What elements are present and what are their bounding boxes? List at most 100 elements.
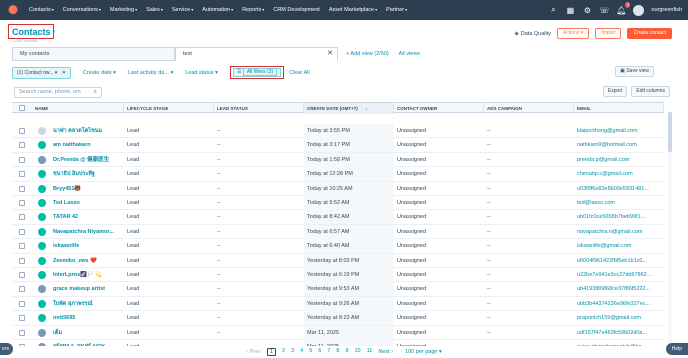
email-cell[interactable]: klaiporthong@gmail.com — [574, 124, 662, 138]
nav-reports[interactable]: Reports▾ — [242, 7, 264, 13]
edit-columns-button[interactable]: Edit columns — [631, 86, 670, 97]
nav-automation[interactable]: Automation▾ — [202, 7, 233, 13]
contact-name-link[interactable]: grace makeup artist — [50, 282, 116, 296]
email-cell[interactable]: nathkarn9@hotmail.com — [574, 138, 662, 152]
data-quality-link[interactable]: ◈ Data Quality — [514, 31, 551, 37]
nav-service[interactable]: Service▾ — [172, 7, 193, 13]
row-checkbox[interactable] — [19, 200, 25, 206]
page-number[interactable]: 8 — [336, 348, 339, 356]
page-number[interactable]: 9 — [345, 348, 348, 356]
page-number[interactable]: 6 — [318, 348, 321, 356]
row-checkbox[interactable] — [19, 315, 25, 322]
email-cell[interactable]: ub4193f86868ce37f86f5222... — [574, 282, 662, 296]
nav-conversations[interactable]: Conversations▾ — [63, 7, 101, 13]
contact-name-link[interactable]: InterLpros🌠🏳️ 💫 — [50, 268, 116, 282]
row-checkbox[interactable] — [19, 257, 25, 264]
email-cell[interactable]: ub01fc0ce5658b7beb99f1... — [574, 210, 662, 224]
email-cell[interactable]: u22be7e941e9cc27dd67862... — [574, 268, 662, 282]
hubspot-logo-icon[interactable]: ✺ — [6, 3, 20, 17]
contact-name-link[interactable]: am natthakarn — [50, 138, 116, 152]
nav-marketing[interactable]: Marketing▾ — [110, 7, 137, 13]
row-checkbox[interactable] — [19, 156, 25, 163]
email-cell[interactable]: chenatip.c@gmail.com — [574, 167, 662, 181]
email-cell[interactable]: u6004f961422fbf5eb1b1c0... — [574, 254, 662, 268]
row-checkbox[interactable] — [19, 185, 25, 192]
create-date-filter[interactable]: Create date ▾ — [83, 70, 116, 76]
search-icon[interactable]: ⌕ — [548, 5, 558, 15]
contact-name-link[interactable]: Bryy451🐻 — [50, 182, 116, 196]
row-checkbox[interactable] — [19, 329, 25, 336]
column-lifecycle-stage[interactable]: LIFECYCLE STAGE — [124, 103, 214, 114]
table-row[interactable]: ชนาธิป อิมประทีฐ Lead -- Today at 12:28 PM U… — [12, 167, 664, 182]
row-checkbox[interactable] — [19, 171, 25, 178]
page-number[interactable]: 11 — [367, 348, 373, 356]
left-tab-pill[interactable]: ers — [0, 343, 13, 355]
all-filters-button[interactable]: ☰ All filters (3) — [232, 68, 282, 77]
table-row[interactable]: Ted Lasso Lead -- Today at 9:52 AM Unassigne… — [12, 196, 664, 211]
actions-button[interactable]: Actions ▾ — [556, 28, 590, 39]
settings-gear-icon[interactable]: ⚙ — [582, 6, 592, 15]
vertical-scrollbar[interactable] — [668, 112, 672, 348]
last-activity-filter[interactable]: Last activity da... ▾ — [128, 70, 173, 76]
contact-owner-filter-chip[interactable]: (1) Contact ow... ▾ ✕ — [12, 66, 71, 79]
email-cell[interactable]: u53f9f6e83e8b09e5931481... — [574, 182, 662, 196]
email-cell[interactable]: iskwanlife@gmail.com — [574, 239, 662, 253]
contact-name-link[interactable]: Ted Lasso — [50, 196, 116, 210]
contact-name-link[interactable]: Dr.Preeda @ 健康医生 — [50, 153, 116, 167]
column-email[interactable]: EMAIL — [574, 103, 664, 114]
calling-icon[interactable]: ☏ — [599, 6, 609, 15]
table-row[interactable]: Navapatchra Niyamor... Lead -- Today at 6:5… — [12, 224, 664, 240]
column-name[interactable]: NAME — [32, 103, 124, 114]
marketplace-icon[interactable]: ▦ — [565, 6, 575, 15]
table-row[interactable]: Zeemiko_zws ❤️ Lead -- Yesterday at 8:03 PM… — [12, 253, 664, 268]
nav-partner[interactable]: Partner▾ — [386, 7, 407, 13]
email-cell[interactable]: praponich159@gmail.com — [574, 311, 662, 325]
export-button[interactable]: Export — [602, 86, 628, 97]
account-avatar[interactable] — [633, 4, 645, 16]
column-lead-status[interactable]: LEAD STATUS — [214, 103, 304, 114]
email-cell[interactable]: navapatchra.n@gmail.com — [574, 225, 662, 239]
search-input[interactable]: Search name, phone, em ⌕ — [14, 87, 102, 98]
add-view-button[interactable]: + Add view (2/50) — [346, 51, 389, 57]
page-number[interactable]: 4 — [300, 348, 303, 356]
column-contact-owner[interactable]: CONTACT OWNER — [394, 103, 484, 114]
row-checkbox[interactable] — [19, 214, 25, 221]
table-row[interactable]: iskwanlife Lead -- Today at 6:40 AM Unassign… — [12, 239, 664, 254]
row-checkbox[interactable] — [19, 272, 25, 278]
account-name[interactable]: ourgreenfish — [651, 7, 682, 13]
next-button[interactable]: Next › — [378, 349, 393, 355]
table-row[interactable]: nett5695 Lead -- Yesterday at 8:23 AM Unassi… — [12, 311, 664, 326]
per-page-select[interactable]: 100 per page ▾ — [405, 349, 442, 355]
email-cell[interactable]: udf157f47e463fc59b02d0a... — [574, 326, 662, 340]
contact-name-link[interactable]: ชนาธิป อิมประทีฐ — [50, 167, 116, 181]
page-number[interactable]: 2 — [282, 348, 285, 356]
column-ads-campaign[interactable]: ADS CAMPAIGN — [484, 103, 574, 114]
table-row[interactable]: InterLpros🌠🏳️ 💫 Lead -- Yesterday at 6:19 P… — [12, 268, 664, 283]
contact-name-link[interactable]: nett5695 — [50, 311, 116, 325]
contact-name-link[interactable]: นาฬา ตลาดโตไชนแ — [50, 124, 116, 138]
table-row[interactable]: TATAR 42 Lead -- Today at 8:42 AM Unassigned… — [12, 210, 664, 225]
tab-test[interactable]: test ✕ — [175, 47, 338, 61]
prev-button[interactable]: ‹ Prev — [246, 349, 261, 355]
nav-sales[interactable]: Sales▾ — [146, 7, 163, 13]
save-view-button[interactable]: ▣ Save view — [615, 66, 654, 77]
email-cell[interactable]: ted@lasso.com — [574, 196, 662, 210]
scroll-thumb[interactable] — [668, 112, 672, 152]
clear-all-link[interactable]: Clear All — [289, 70, 309, 76]
table-row[interactable]: am natthakarn Lead -- Today at 3:17 PM Unass… — [12, 138, 664, 153]
table-row[interactable]: เต็ม Lead -- Mar 11, 2025 Unassigned -- udf157… — [12, 325, 664, 340]
row-checkbox[interactable] — [19, 128, 25, 134]
import-button[interactable]: Import — [595, 28, 622, 39]
notifications-bell-icon[interactable]: 🔔︎ 3 — [616, 1, 631, 15]
page-number[interactable]: 1 — [266, 348, 276, 356]
contact-name-link[interactable]: ใบพัด สุภาพรรณ์ — [50, 297, 116, 311]
row-checkbox[interactable] — [19, 142, 25, 149]
table-row[interactable]: Dr.Preeda @ 健康医生 Lead -- Today at 1:58 PM Un… — [12, 152, 664, 168]
row-checkbox[interactable] — [19, 228, 25, 235]
page-number[interactable]: 5 — [309, 348, 312, 356]
email-cell[interactable]: ubb3b44374236e96fe327ec... — [574, 297, 662, 311]
select-all-checkbox[interactable] — [19, 105, 25, 111]
page-number[interactable]: 3 — [291, 348, 294, 356]
contact-name-link[interactable]: iskwanlife — [50, 239, 116, 253]
nav-crm-development[interactable]: CRM Development — [273, 7, 319, 13]
